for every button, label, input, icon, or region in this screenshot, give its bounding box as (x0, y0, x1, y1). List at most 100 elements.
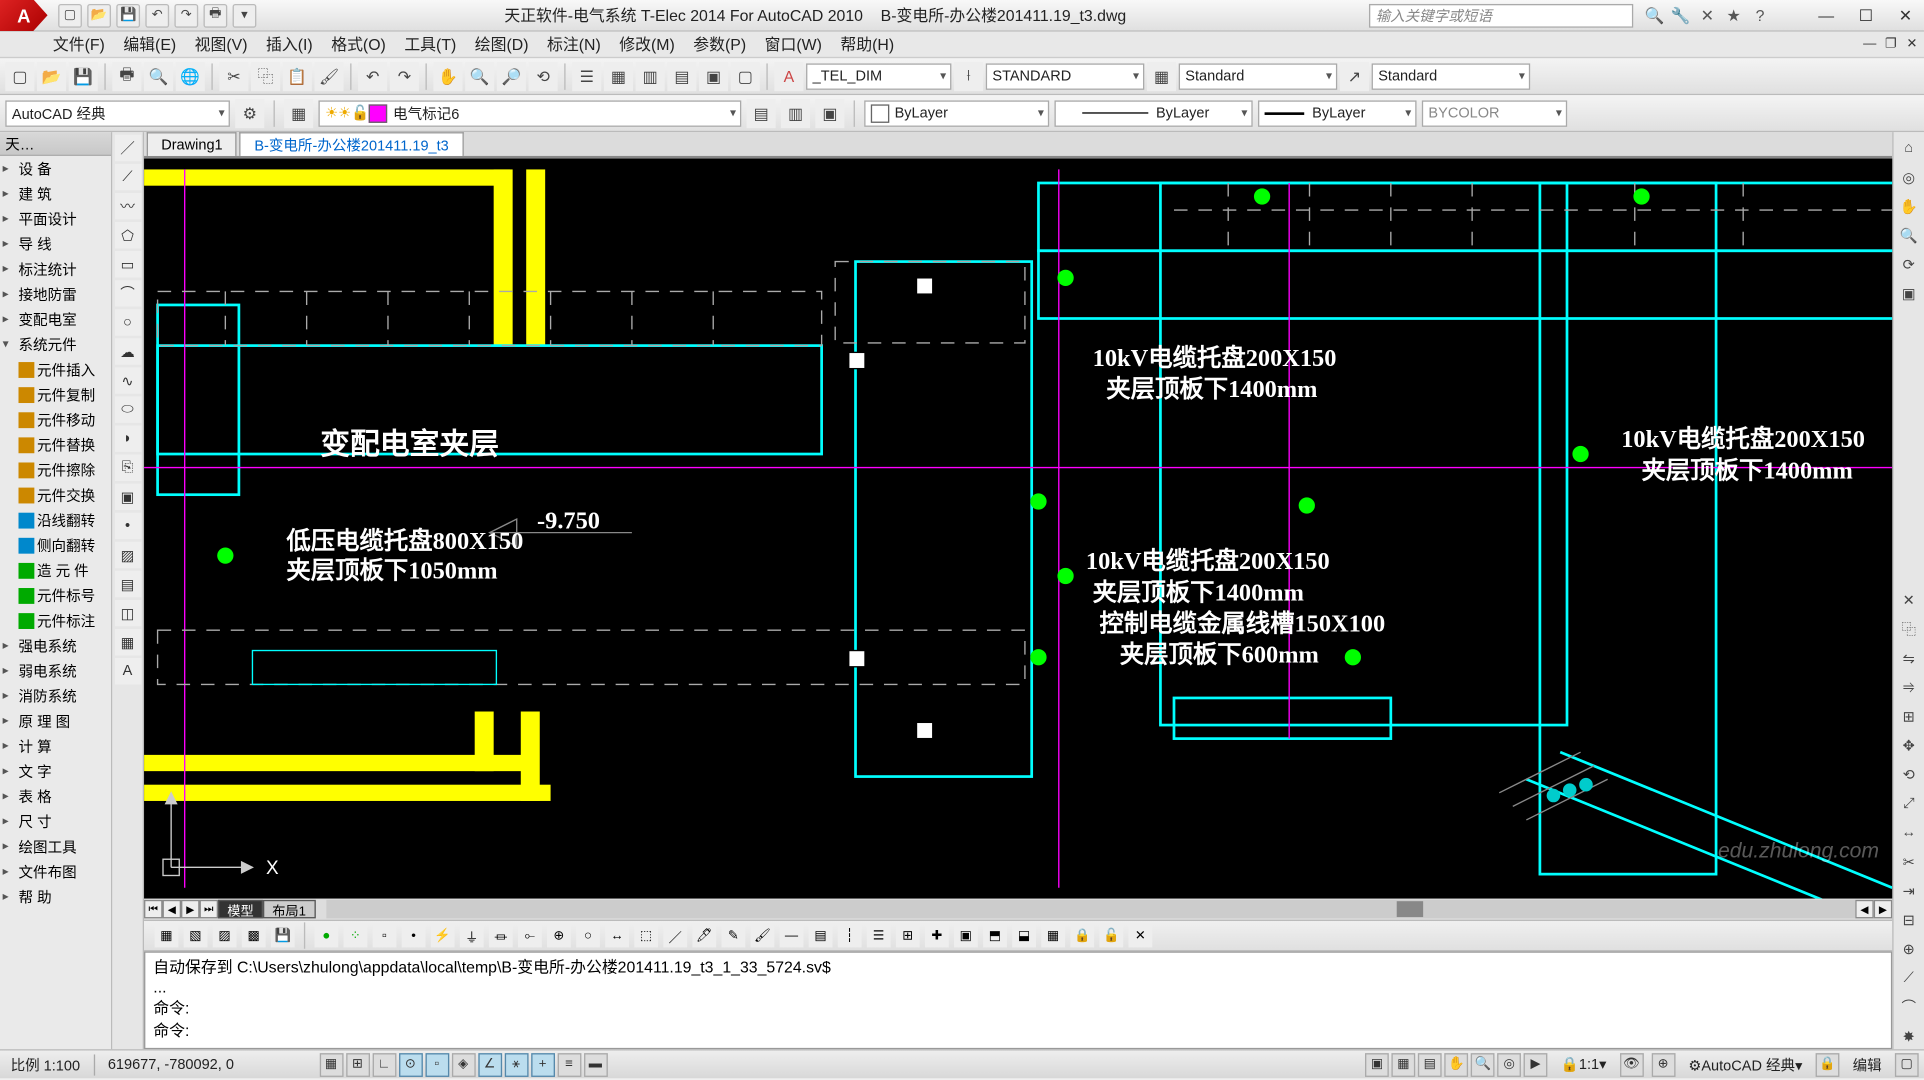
cmd-prompt[interactable]: 命令: (153, 1019, 1883, 1041)
tab-last-icon[interactable]: ⏭ (200, 900, 218, 918)
textstyle-combo[interactable]: _TEL_DIM (806, 63, 951, 89)
publish-icon[interactable]: 🌐 (176, 61, 205, 90)
modify-erase-icon[interactable]: ✕ (1896, 587, 1922, 613)
status-steer2-icon[interactable]: ◎ (1497, 1052, 1521, 1076)
dimstyle-combo[interactable]: STANDARD (986, 63, 1145, 89)
key-icon[interactable]: 🔧 (1670, 5, 1691, 26)
palette-item-4[interactable]: ▸标注统计 (0, 256, 111, 281)
status-clean-icon[interactable]: ▢ (1895, 1052, 1919, 1076)
status-otrack-icon[interactable]: ∠ (478, 1052, 502, 1076)
rect-icon[interactable]: ▭ (114, 251, 140, 277)
status-tpy-icon[interactable]: ▬ (584, 1052, 608, 1076)
spline-icon[interactable]: ∿ (114, 367, 140, 393)
undo-icon[interactable]: ↶ (358, 61, 387, 90)
modify-explode-icon[interactable]: ✸ (1896, 1023, 1922, 1049)
menu-modify[interactable]: 修改(M) (619, 33, 674, 55)
region-icon[interactable]: ◫ (114, 600, 140, 626)
menu-format[interactable]: 格式(O) (331, 33, 386, 55)
modify-array-icon[interactable]: ⊞ (1896, 703, 1922, 729)
palette-item-11[interactable]: 元件替换 (0, 432, 111, 457)
nav-steer-icon[interactable]: ◎ (1896, 164, 1922, 190)
status-polar-icon[interactable]: ⊙ (399, 1052, 423, 1076)
menu-draw[interactable]: 绘图(D) (475, 33, 529, 55)
match-icon[interactable]: 🖌 (314, 61, 343, 90)
palette-title[interactable]: 天… (0, 132, 111, 156)
lineweight-combo[interactable]: ByLayer (1258, 100, 1417, 126)
palette-item-16[interactable]: 造 元 件 (0, 558, 111, 583)
palette-item-0[interactable]: ▸设 备 (0, 156, 111, 181)
tablestyle-icon[interactable]: ▦ (1147, 61, 1176, 90)
palette-item-3[interactable]: ▸导 线 (0, 231, 111, 256)
status-model-icon[interactable]: ▣ (1365, 1052, 1389, 1076)
et-18-icon[interactable]: ／ (663, 924, 687, 948)
et-22-icon[interactable]: — (780, 924, 804, 948)
modify-chamfer-icon[interactable]: ⟋ (1896, 965, 1922, 991)
ellipse-icon[interactable]: ⬭ (114, 396, 140, 422)
et-34-icon[interactable]: ✕ (1128, 924, 1152, 948)
pline-icon[interactable]: 〰 (114, 193, 140, 219)
zoom-rt-icon[interactable]: 🔍 (465, 61, 494, 90)
menu-insert[interactable]: 插入(I) (266, 33, 313, 55)
tab-first-icon[interactable]: ⏮ (144, 900, 162, 918)
doc-tab-1[interactable]: Drawing1 (147, 132, 237, 156)
modify-break-icon[interactable]: ⊟ (1896, 906, 1922, 932)
qat-more-icon[interactable]: ▾ (233, 3, 257, 27)
table-icon[interactable]: ▦ (114, 629, 140, 655)
status-ducs-icon[interactable]: ⚹ (504, 1052, 528, 1076)
minimize-button[interactable]: — (1808, 3, 1845, 27)
gradient-icon[interactable]: ▤ (114, 571, 140, 597)
properties-icon[interactable]: ☰ (572, 61, 601, 90)
tab-next-icon[interactable]: ▶ (181, 900, 199, 918)
arc-icon[interactable]: ⌒ (114, 280, 140, 306)
sheet-set-icon[interactable]: ▤ (667, 61, 696, 90)
palette-item-12[interactable]: 元件擦除 (0, 457, 111, 482)
qat-redo-icon[interactable]: ↷ (174, 3, 198, 27)
status-grid-icon[interactable]: ⊞ (346, 1052, 370, 1076)
paste-icon[interactable]: 📋 (283, 61, 312, 90)
status-lwt-icon[interactable]: ≡ (557, 1052, 581, 1076)
plot-icon[interactable]: 🖶 (112, 61, 141, 90)
close-button[interactable]: ✕ (1887, 3, 1924, 27)
status-osnap-icon[interactable]: ▫ (425, 1052, 449, 1076)
et-30-icon[interactable]: ⬓ (1012, 924, 1036, 948)
layout-tab-1[interactable]: 布局1 (263, 900, 315, 918)
palette-item-2[interactable]: ▸平面设计 (0, 206, 111, 231)
menu-param[interactable]: 参数(P) (693, 33, 746, 55)
palette-item-9[interactable]: 元件复制 (0, 382, 111, 407)
palette-item-14[interactable]: 沿线翻转 (0, 507, 111, 532)
status-3dosnap-icon[interactable]: ◈ (451, 1052, 475, 1076)
workspace-combo[interactable]: AutoCAD 经典 (5, 100, 230, 126)
modify-copy-icon[interactable]: ⿻ (1896, 616, 1922, 642)
qat-new-icon[interactable]: ▢ (58, 3, 82, 27)
hscroll-right-icon[interactable]: ▶ (1874, 900, 1892, 918)
command-line[interactable]: 自动保存到 C:\Users\zhulong\appdata\local\tem… (144, 951, 1892, 1049)
search-icon[interactable]: 🔍 (1644, 5, 1665, 26)
et-24-icon[interactable]: ┆ (838, 924, 862, 948)
modify-mirror-icon[interactable]: ⇋ (1896, 645, 1922, 671)
modify-offset-icon[interactable]: ⥤ (1896, 674, 1922, 700)
help-icon[interactable]: ? (1750, 5, 1771, 26)
qat-open-icon[interactable]: 📂 (87, 3, 111, 27)
plotstyle-combo[interactable]: BYCOLOR (1422, 100, 1567, 126)
textstyle-icon[interactable]: A (774, 61, 803, 90)
insert-icon[interactable]: ⎘ (114, 455, 140, 481)
status-qvlay-icon[interactable]: ▤ (1418, 1052, 1442, 1076)
palette-item-19[interactable]: ▸强电系统 (0, 633, 111, 658)
et-10-icon[interactable]: ⚡ (431, 924, 455, 948)
app-icon[interactable]: A (0, 0, 48, 31)
linetype-combo[interactable]: ByLayer (1054, 100, 1252, 126)
layout-tab-model[interactable]: 模型 (218, 900, 263, 918)
mdi-minimize-button[interactable]: — (1861, 35, 1879, 53)
et-6-icon[interactable]: ● (314, 924, 338, 948)
hatch-icon[interactable]: ▨ (114, 542, 140, 568)
et-17-icon[interactable]: ⬚ (634, 924, 658, 948)
et-3-icon[interactable]: ▨ (213, 924, 237, 948)
palette-item-25[interactable]: ▸表 格 (0, 784, 111, 809)
copy-icon[interactable]: ⿻ (251, 61, 280, 90)
cut-icon[interactable]: ✂ (219, 61, 248, 90)
et-2-icon[interactable]: ▧ (184, 924, 208, 948)
et-33-icon[interactable]: 🔓 (1099, 924, 1123, 948)
nav-pan-icon[interactable]: ✋ (1896, 193, 1922, 219)
maximize-button[interactable]: ☐ (1847, 3, 1884, 27)
drawing-canvas[interactable]: X 变配电室夹层 -9.750 低压电缆托盘800X150 夹层顶板下1050m… (144, 159, 1892, 899)
